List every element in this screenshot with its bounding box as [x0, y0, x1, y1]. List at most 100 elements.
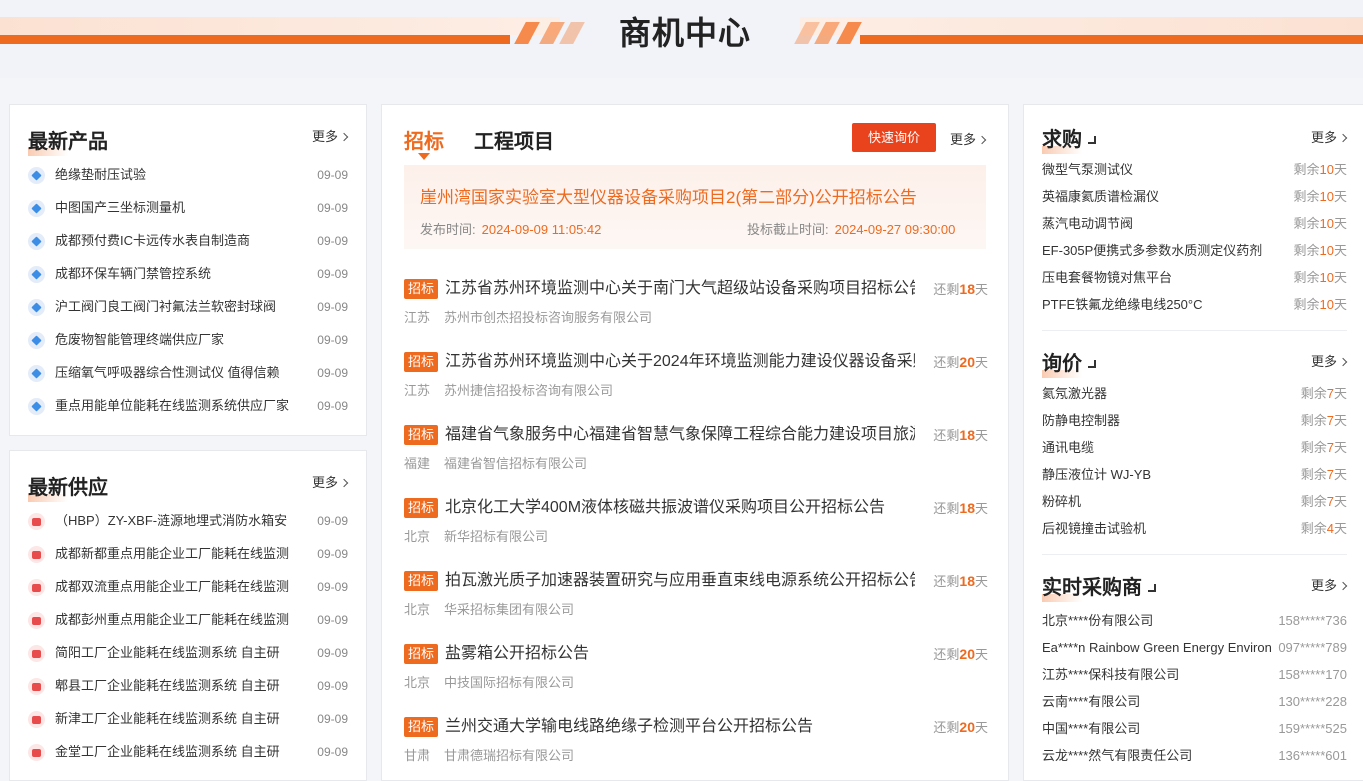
featured-deadline: 投标截止时间: 2024-09-27 09:30:00: [747, 219, 955, 238]
bid-organization: 苏州捷信招投标咨询有限公司: [444, 383, 614, 398]
bid-remaining: 还剩20天: [933, 717, 988, 738]
list-item[interactable]: 金堂工厂企业能耗在线监测系统 自主研 09-09: [28, 742, 348, 762]
bidding-more-link[interactable]: 更多: [950, 129, 987, 148]
list-item-title[interactable]: 危废物智能管理终端供应厂家: [55, 330, 311, 350]
list-item[interactable]: 郫县工厂企业能耗在线监测系统 自主研 09-09: [28, 676, 348, 696]
list-item-title[interactable]: 绝缘垫耐压试验: [55, 165, 311, 185]
list-item-title[interactable]: 中国****有限公司: [1042, 719, 1272, 739]
supply-box-icon: [28, 645, 45, 662]
list-item-title[interactable]: 成都预付费IC卡远传水表自制造商: [55, 231, 311, 251]
list-item-title[interactable]: 郫县工厂企业能耗在线监测系统 自主研: [55, 676, 311, 696]
bid-title[interactable]: 盐雾箱公开招标公告: [445, 642, 915, 666]
bid-item[interactable]: 招标 拍瓦激光质子加速器装置研究与应用垂直束线电源系统公开招标公告 还剩18天 北京华…: [404, 569, 988, 629]
bid-title[interactable]: 福建省气象服务中心福建省智慧气象保障工程综合能力建设项目旅游: [445, 423, 915, 447]
remaining-suffix: 天: [974, 720, 988, 735]
bid-item[interactable]: 招标 福建省气象服务中心福建省智慧气象保障工程综合能力建设项目旅游 还剩18天 福建福…: [404, 423, 988, 483]
bid-item[interactable]: 招标 江苏省苏州环境监测中心关于2024年环境监测能力建设仪器设备采购 还剩20天江…: [404, 350, 988, 410]
list-item[interactable]: 重点用能单位能耗在线监测系统供应厂家 09-09: [28, 396, 348, 416]
list-item[interactable]: 压缩氧气呼吸器综合性测试仪 值得信赖 09-09: [28, 363, 348, 383]
list-item-date: 09-09: [317, 333, 348, 347]
list-item[interactable]: 成都彭州重点用能企业工厂能耗在线监测 09-09: [28, 610, 348, 630]
list-item[interactable]: （HBP）ZY-XBF-涟源地埋式消防水箱安 09-09: [28, 511, 348, 531]
bid-title[interactable]: 江苏省苏州环境监测中心关于2024年环境监测能力建设仪器设备采购: [445, 350, 915, 374]
list-item-title[interactable]: 成都彭州重点用能企业工厂能耗在线监测: [55, 610, 311, 630]
list-item[interactable]: 危废物智能管理终端供应厂家 09-09: [28, 330, 348, 350]
bid-region: 江苏: [404, 310, 431, 325]
latest-supply-more-link[interactable]: 更多: [312, 472, 349, 491]
list-item[interactable]: 中国****有限公司 159*****525: [1042, 719, 1347, 739]
list-item-title[interactable]: 成都环保车辆门禁管控系统: [55, 264, 311, 284]
remaining-suffix: 天: [974, 428, 988, 443]
list-item-title[interactable]: 中图国产三坐标测量机: [55, 198, 311, 218]
banner-bar-left: [0, 35, 510, 44]
list-item[interactable]: 江苏****保科技有限公司 158*****170: [1042, 665, 1347, 685]
chevron-right-icon: [339, 478, 349, 488]
quick-inquiry-button[interactable]: 快速询价: [852, 123, 936, 152]
remaining-suffix: 天: [974, 647, 988, 662]
list-item[interactable]: 简阳工厂企业能耗在线监测系统 自主研 09-09: [28, 643, 348, 663]
bid-item[interactable]: 招标 北京化工大学400M液体核磁共振波谱仪采购项目公开招标公告 还剩18天 北京 新华…: [404, 496, 988, 556]
bid-item[interactable]: 招标 江苏省苏州环境监测中心关于南门大气超级站设备采购项目招标公告 还剩18天 江苏苏…: [404, 277, 988, 337]
bid-title[interactable]: 江苏省苏州环境监测中心关于南门大气超级站设备采购项目招标公告: [445, 277, 915, 301]
remaining-prefix: 还剩: [933, 574, 960, 589]
remaining-days: 18: [959, 573, 975, 589]
list-item[interactable]: 新津工厂企业能耗在线监测系统 自主研 09-09: [28, 709, 348, 729]
remaining-prefix: 还剩: [933, 720, 960, 735]
featured-bid[interactable]: 崖州湾国家实验室大型仪器设备采购项目2(第二部分)公开招标公告 发布时间: 202…: [404, 165, 986, 249]
list-item[interactable]: 成都双流重点用能企业工厂能耗在线监测 09-09: [28, 577, 348, 597]
bid-item[interactable]: 招标 盐雾箱公开招标公告 还剩20天 北京 中技国际招标有限公司: [404, 642, 988, 702]
list-item[interactable]: Ea****n Rainbow Green Energy Environ 097*…: [1042, 638, 1347, 658]
bid-remaining: 还剩20天: [933, 352, 988, 373]
list-item-title[interactable]: 成都双流重点用能企业工厂能耗在线监测: [55, 577, 311, 597]
bid-tag: 招标: [404, 498, 438, 518]
list-item-title[interactable]: 新津工厂企业能耗在线监测系统 自主研: [55, 709, 311, 729]
tab-bidding[interactable]: 招标: [404, 125, 444, 160]
list-item-title[interactable]: 江苏****保科技有限公司: [1042, 665, 1272, 685]
featured-bid-title[interactable]: 崖州湾国家实验室大型仪器设备采购项目2(第二部分)公开招标公告: [420, 183, 917, 208]
supply-box-icon: [28, 513, 45, 530]
list-item-title[interactable]: 成都新都重点用能企业工厂能耗在线监测: [55, 544, 311, 564]
list-item-title[interactable]: Ea****n Rainbow Green Energy Environ: [1042, 638, 1272, 658]
list-item-title[interactable]: （HBP）ZY-XBF-涟源地埋式消防水箱安: [55, 511, 311, 531]
list-item-title[interactable]: 云南****有限公司: [1042, 692, 1272, 712]
list-item[interactable]: 云南****有限公司 130*****228: [1042, 692, 1347, 712]
list-item-date: 09-09: [317, 712, 348, 726]
list-item[interactable]: 成都新都重点用能企业工厂能耗在线监测 09-09: [28, 544, 348, 564]
banner-bar-right: [860, 35, 1363, 44]
list-item-title[interactable]: 简阳工厂企业能耗在线监测系统 自主研: [55, 643, 311, 663]
bid-title[interactable]: 兰州交通大学输电线路绝缘子检测平台公开招标公告: [445, 715, 915, 739]
bid-title[interactable]: 北京化工大学400M液体核磁共振波谱仪采购项目公开招标公告: [445, 496, 915, 520]
list-item[interactable]: 成都预付费IC卡远传水表自制造商 09-09: [28, 231, 348, 251]
list-item-title[interactable]: 北京****份有限公司: [1042, 611, 1272, 631]
right-panel: 求购 更多 微型气泵测试仪 剩余10天 英福康氦质谱检漏仪 剩余10天 蒸汽电动调节阀剩…: [1023, 104, 1363, 781]
list-item[interactable]: 云龙****然气有限责任公司 136*****601: [1042, 746, 1347, 762]
buyer-phone: 158*****736: [1278, 613, 1347, 628]
list-item-title[interactable]: 云龙****然气有限责任公司: [1042, 746, 1272, 762]
list-item[interactable]: 沪工阀门良工阀门衬氟法兰软密封球阀 09-09: [28, 297, 348, 317]
chevron-right-icon: [339, 132, 349, 142]
list-item[interactable]: 成都环保车辆门禁管控系统 09-09: [28, 264, 348, 284]
list-item-title[interactable]: 重点用能单位能耗在线监测系统供应厂家: [55, 396, 311, 416]
list-item-date: 09-09: [317, 613, 348, 627]
latest-products-more-link[interactable]: 更多: [312, 126, 349, 145]
remaining-suffix: 天: [974, 282, 988, 297]
bid-organization: 福建省智信招标有限公司: [444, 456, 588, 471]
bid-item[interactable]: 招标 兰州交通大学输电线路绝缘子检测平台公开招标公告 还剩20天 甘肃 甘肃德瑞招标有限…: [404, 715, 988, 775]
banner-decoration-left: [0, 17, 560, 35]
tab-projects[interactable]: 工程项目: [474, 125, 554, 154]
list-item[interactable]: 绝缘垫耐压试验 09-09: [28, 165, 348, 185]
list-item-title[interactable]: 沪工阀门良工阀门衬氟法兰软密封球阀: [55, 297, 311, 317]
deadline-time-value: 2024-09-27 09:30:00: [834, 222, 956, 237]
bid-title[interactable]: 拍瓦激光质子加速器装置研究与应用垂直束线电源系统公开招标公告: [445, 569, 915, 593]
list-item-title[interactable]: 金堂工厂企业能耗在线监测系统 自主研: [55, 742, 311, 762]
bid-organization: 甘肃德瑞招标有限公司: [444, 748, 575, 763]
list-item-title[interactable]: 压缩氧气呼吸器综合性测试仪 值得信赖: [55, 363, 311, 383]
banner-decoration-right: [800, 17, 1363, 35]
list-item[interactable]: 中图国产三坐标测量机 09-09: [28, 198, 348, 218]
more-label: 更多: [312, 129, 339, 144]
buyer-phone: 097*****789: [1278, 640, 1347, 655]
latest-products-title-text: 最新产品: [28, 131, 108, 153]
remaining-suffix: 天: [974, 355, 988, 370]
list-item[interactable]: 北京****份有限公司 158*****736: [1042, 611, 1347, 631]
bid-tag: 招标: [404, 644, 438, 664]
